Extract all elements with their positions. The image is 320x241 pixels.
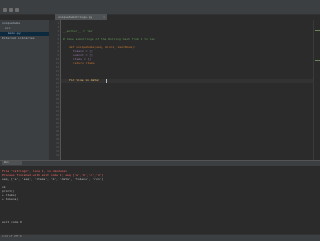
line-number: 5 — [57, 38, 59, 41]
line-number: 31 — [55, 142, 59, 145]
line-number: 34 — [55, 154, 59, 157]
line-number: 25 — [55, 118, 59, 121]
text-cursor — [106, 79, 107, 83]
line-number: 26 — [55, 122, 59, 125]
line-number: 20 — [55, 98, 59, 101]
line-number: 27 — [55, 126, 59, 129]
line-number: 22 — [55, 106, 59, 109]
line-number: 9 — [57, 54, 59, 57]
folder-icon[interactable] — [3, 8, 7, 12]
tree-item[interactable]: main.py — [8, 32, 21, 35]
code-line: return items — [73, 61, 95, 65]
line-number: 23 — [55, 110, 59, 113]
line-number: 18 — [55, 90, 59, 93]
line-number: 1 — [57, 22, 59, 25]
code-line: for line in data: — [69, 78, 100, 82]
console-line: + tokens) — [2, 197, 19, 201]
line-number: 21 — [55, 102, 59, 105]
line-number: 2 — [57, 26, 59, 29]
line-number: 17 — [55, 86, 59, 89]
status-text: 4:21 LF UTF-8 — [2, 235, 22, 238]
code-editor[interactable] — [61, 20, 320, 160]
error-stripe[interactable] — [313, 20, 320, 160]
line-number: 10 — [55, 58, 59, 61]
line-number: 19 — [55, 94, 59, 97]
line-number: 7 — [57, 46, 59, 49]
tab-run[interactable]: Run — [2, 161, 22, 165]
tree-item[interactable]: src — [5, 27, 10, 30]
tree-item[interactable]: uniqueSubs — [2, 22, 20, 25]
stripe-marker[interactable] — [315, 60, 320, 61]
line-number: 15 — [55, 78, 59, 81]
code-line: __author__ = 'me' — [63, 29, 94, 33]
stripe-marker[interactable] — [315, 30, 320, 31]
line-number: 28 — [55, 130, 59, 133]
line-number: 16 — [55, 82, 59, 85]
line-number: 3 — [57, 30, 59, 33]
line-number: 30 — [55, 138, 59, 141]
tree-item[interactable]: External Libraries — [2, 37, 35, 40]
console-line: exit code 0 — [2, 220, 22, 224]
save-icon[interactable] — [9, 8, 13, 12]
line-number: 32 — [55, 146, 59, 149]
line-number: 14 — [55, 74, 59, 77]
project-panel: uniqueSubs src main.py External Librarie… — [0, 20, 50, 160]
line-number: 4 — [57, 34, 59, 37]
line-number-gutter: 1 2 3 4 5 6 7 8 9 10 11 12 13 14 15 16 1… — [50, 20, 61, 160]
tab-label: uniqueSubstrings.py — [58, 15, 93, 19]
code-line: # take substrings of the Rolling hash fr… — [63, 37, 156, 41]
line-number: 6 — [57, 42, 59, 45]
line-number: 13 — [55, 70, 59, 73]
line-number: 8 — [57, 50, 59, 53]
line-number: 12 — [55, 66, 59, 69]
line-number: 11 — [55, 62, 59, 65]
line-number: 29 — [55, 134, 59, 137]
line-number: 24 — [55, 114, 59, 117]
refresh-icon[interactable] — [15, 8, 19, 12]
line-number: 33 — [55, 150, 59, 153]
toolbar — [0, 6, 320, 15]
console-line: seq, ['a', 'seq', 'items', 'b', 'data', … — [2, 177, 104, 181]
